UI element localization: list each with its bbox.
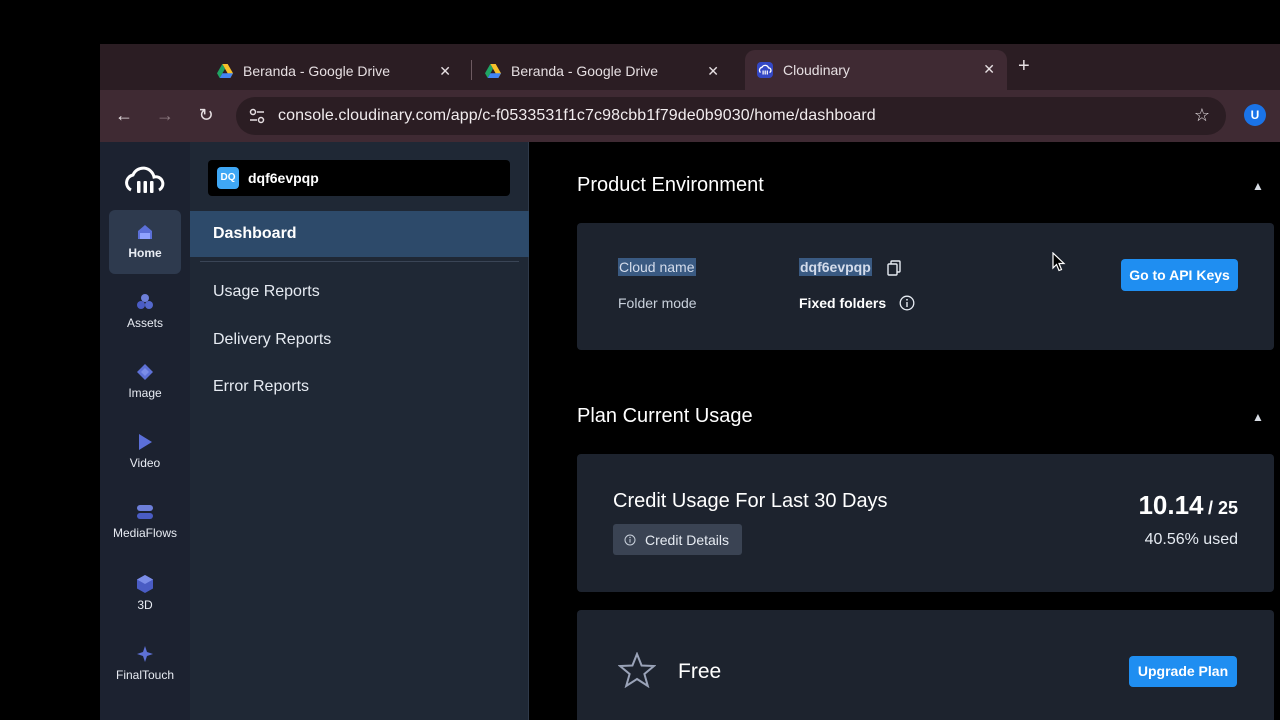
browser-toolbar: ← → ↻ console.cloudinary.com/app/c-f0533… (100, 90, 1280, 142)
new-tab-button[interactable]: + (1018, 56, 1030, 76)
cloudinary-logo[interactable] (123, 164, 167, 196)
assets-icon (137, 294, 153, 309)
product-environment-title: Product Environment (577, 174, 764, 196)
credits-used: 10.14 (1138, 490, 1204, 520)
reload-icon[interactable]: ↻ (194, 104, 218, 126)
bookmark-star-icon[interactable]: ☆ (1194, 105, 1210, 126)
credits-total: / 25 (1207, 498, 1238, 518)
copy-icon[interactable] (887, 260, 901, 276)
site-settings-icon[interactable] (248, 107, 266, 125)
rail-item-home[interactable]: Home (109, 210, 181, 274)
finaltouch-icon (137, 646, 153, 662)
back-arrow-icon[interactable]: ← (112, 104, 136, 126)
credit-usage-title: Credit Usage For Last 30 Days (613, 490, 888, 512)
percent-used: 40.56% used (1144, 531, 1238, 548)
folder-mode-value: Fixed folders (799, 295, 887, 311)
tab-label: Beranda - Google Drive (511, 63, 659, 79)
subnav-item-dashboard[interactable]: Dashboard (190, 211, 529, 257)
secondary-nav: DQ dqf6evpqp Dashboard Usage Reports Del… (190, 142, 529, 720)
rail-item-3d[interactable]: 3D (109, 562, 181, 626)
subnav-item-delivery-reports[interactable]: Delivery Reports (213, 331, 331, 349)
product-environment-card: Cloud name dqf6evpqp Folder mode Fixed f… (577, 223, 1274, 350)
tab-cloudinary[interactable]: Cloudinary ✕ (745, 50, 1007, 90)
close-tab-icon[interactable]: ✕ (707, 63, 719, 80)
plan-card: Free Upgrade Plan (577, 610, 1274, 720)
rail-item-label: Home (128, 246, 162, 260)
credit-usage-value: 10.14 / 25 (1138, 490, 1238, 521)
upgrade-plan-button[interactable]: Upgrade Plan (1129, 656, 1237, 687)
google-drive-icon (485, 64, 501, 78)
rail-item-label: Video (129, 456, 161, 470)
tab-strip: Beranda - Google Drive ✕ Beranda - Googl… (100, 44, 1280, 90)
rail-item-image[interactable]: Image (109, 350, 181, 414)
go-to-api-keys-button[interactable]: Go to API Keys (1121, 259, 1238, 291)
image-icon (137, 364, 153, 380)
environment-badge: DQ (217, 167, 239, 189)
tab-label: Cloudinary (783, 62, 850, 78)
credit-details-label: Credit Details (645, 531, 730, 548)
rail-item-mediaflows[interactable]: MediaFlows (109, 490, 181, 554)
plan-current-usage-title: Plan Current Usage (577, 405, 753, 427)
address-bar[interactable]: console.cloudinary.com/app/c-f0533531f1c… (236, 97, 1226, 135)
rail-item-label: 3D (137, 598, 153, 612)
rail-item-label: Image (128, 386, 162, 400)
rail-item-assets[interactable]: Assets (109, 280, 181, 344)
close-tab-icon[interactable]: ✕ (439, 63, 451, 80)
chevron-up-icon[interactable]: ▲ (1252, 179, 1264, 193)
video-icon (139, 434, 152, 450)
main-content: Product Environment ▲ Cloud name dqf6evp… (530, 142, 1280, 720)
credit-details-button[interactable]: Credit Details (613, 524, 742, 555)
3d-icon (137, 575, 153, 593)
rail-item-video[interactable]: Video (109, 420, 181, 484)
subnav-item-error-reports[interactable]: Error Reports (213, 378, 309, 396)
screen: Beranda - Google Drive ✕ Beranda - Googl… (0, 0, 1280, 720)
tab-google-drive-2[interactable]: Beranda - Google Drive ✕ (473, 52, 731, 90)
rail-item-finaltouch[interactable]: FinalTouch (109, 632, 181, 696)
google-drive-icon (217, 64, 233, 78)
info-icon[interactable] (899, 295, 915, 311)
forward-arrow-icon[interactable]: → (153, 104, 177, 126)
cloudinary-icon (757, 62, 773, 78)
tab-label: Beranda - Google Drive (243, 63, 391, 79)
divider (200, 261, 519, 262)
cloud-name-value: dqf6evpqp (799, 258, 872, 276)
rail-item-label: MediaFlows (112, 526, 178, 540)
mediaflows-icon (137, 505, 153, 519)
profile-avatar[interactable]: U (1244, 104, 1266, 126)
cloud-name-label: Cloud name (618, 258, 696, 276)
credit-usage-card: Credit Usage For Last 30 Days Credit Det… (577, 454, 1274, 592)
browser-window: Beranda - Google Drive ✕ Beranda - Googl… (100, 44, 1280, 720)
close-tab-icon[interactable]: ✕ (983, 61, 995, 78)
rail-item-label: FinalTouch (115, 668, 175, 682)
star-icon (618, 652, 656, 688)
url-text: console.cloudinary.com/app/c-f0533531f1c… (278, 107, 876, 124)
home-icon (138, 225, 152, 239)
cloudinary-app: Home Assets Image Video MediaFlows 3D Fi… (100, 142, 1280, 720)
environment-selector[interactable]: DQ dqf6evpqp (208, 160, 510, 196)
mouse-cursor-icon (1052, 252, 1066, 272)
info-icon (624, 534, 636, 545)
plan-name: Free (678, 660, 722, 683)
rail-item-label: Assets (126, 316, 163, 330)
environment-name: dqf6evpqp (248, 170, 319, 186)
folder-mode-label: Folder mode (618, 295, 697, 311)
primary-rail: Home Assets Image Video MediaFlows 3D Fi… (100, 142, 190, 720)
subnav-item-usage-reports[interactable]: Usage Reports (213, 283, 320, 301)
tab-divider (471, 60, 472, 80)
tab-google-drive-1[interactable]: Beranda - Google Drive ✕ (205, 52, 463, 90)
chevron-up-icon[interactable]: ▲ (1252, 410, 1264, 424)
